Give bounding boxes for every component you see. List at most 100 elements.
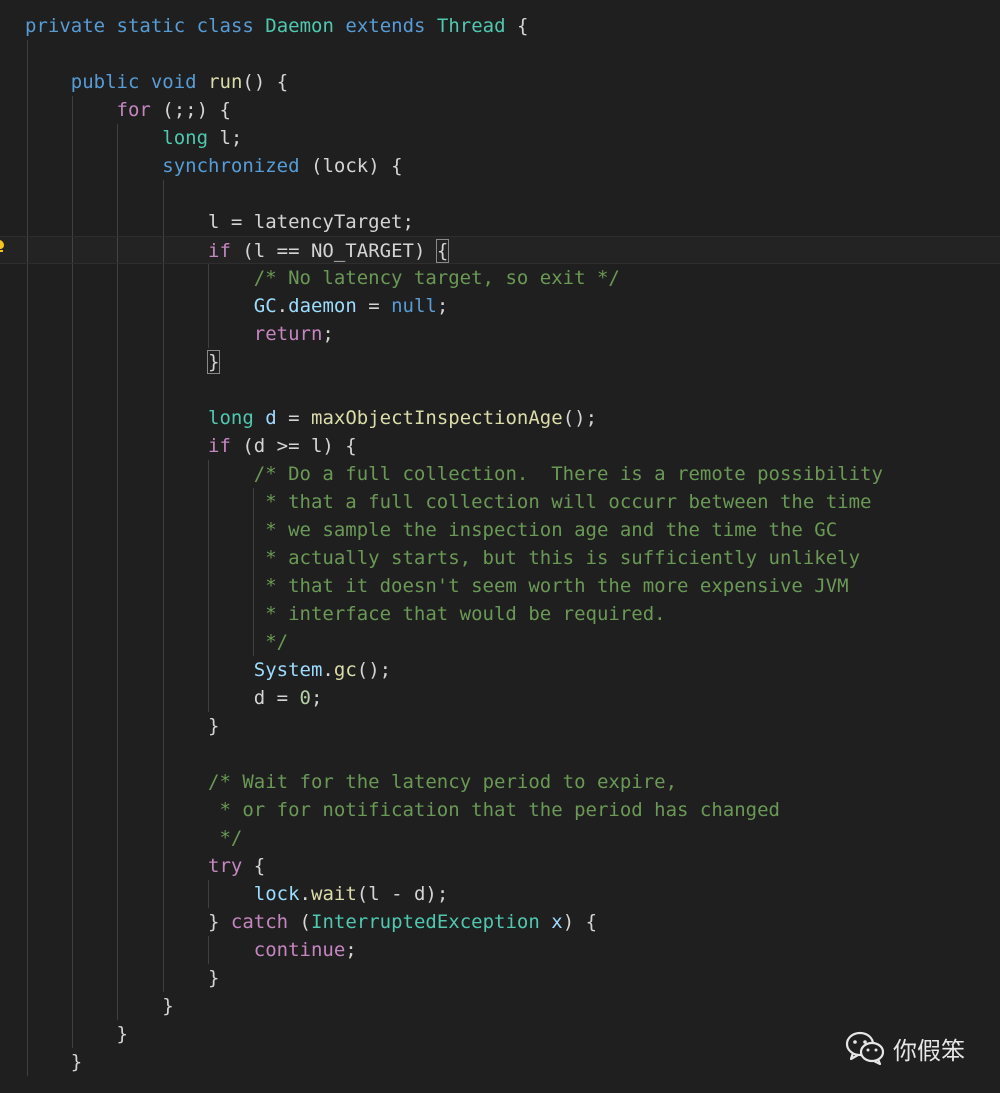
code-line[interactable]: if (l == NO_TARGET) { xyxy=(0,236,1000,264)
lightbulb-icon[interactable] xyxy=(0,239,8,253)
code-line[interactable]: GC.daemon = null; xyxy=(0,292,1000,320)
code-line[interactable]: } catch (InterruptedException x) { xyxy=(0,908,1000,936)
code-token: * we sample the inspection age and the t… xyxy=(265,519,838,541)
code-text: lock.wait(l - d); xyxy=(25,880,449,908)
code-line[interactable]: * actually starts, but this is sufficien… xyxy=(0,544,1000,572)
code-line[interactable]: * or for notification that the period ha… xyxy=(0,796,1000,824)
code-line[interactable] xyxy=(0,376,1000,404)
code-text: public void run() { xyxy=(25,68,288,96)
code-token: null xyxy=(391,295,437,317)
code-text: System.gc(); xyxy=(25,656,391,684)
code-line[interactable]: try { xyxy=(0,852,1000,880)
code-line[interactable]: */ xyxy=(0,628,1000,656)
code-token: maxObjectInspectionAge xyxy=(311,407,563,429)
code-token: d = xyxy=(25,687,300,709)
code-line[interactable]: l = latencyTarget; xyxy=(0,208,1000,236)
code-text: } xyxy=(25,1048,82,1076)
watermark: 你假笨 xyxy=(845,1028,965,1068)
code-line[interactable]: */ xyxy=(0,824,1000,852)
code-line[interactable]: /* Wait for the latency period to expire… xyxy=(0,768,1000,796)
code-line[interactable] xyxy=(0,180,1000,208)
code-line[interactable]: long l; xyxy=(0,124,1000,152)
code-token: () { xyxy=(242,71,289,93)
code-line[interactable]: long d = maxObjectInspectionAge(); xyxy=(0,404,1000,432)
code-line[interactable]: continue; xyxy=(0,936,1000,964)
code-line[interactable]: * we sample the inspection age and the t… xyxy=(0,516,1000,544)
code-line[interactable]: lock.wait(l - d); xyxy=(0,880,1000,908)
code-token: void xyxy=(150,71,197,93)
code-line[interactable]: * that a full collection will occurr bet… xyxy=(0,488,1000,516)
code-token: continue xyxy=(253,939,346,961)
code-editor[interactable]: private static class Daemon extends Thre… xyxy=(0,0,1000,1093)
code-token: Thread xyxy=(436,15,506,37)
code-line[interactable] xyxy=(0,740,1000,768)
code-text: d = 0; xyxy=(25,684,323,712)
code-line[interactable]: } xyxy=(0,964,1000,992)
code-token: GC xyxy=(253,295,277,317)
code-token: l = latencyTarget; xyxy=(25,211,414,233)
code-line[interactable]: for (;;) { xyxy=(0,96,1000,124)
code-token: if xyxy=(208,240,231,262)
matched-bracket: { xyxy=(435,239,450,263)
code-token: } xyxy=(25,1051,83,1073)
code-token: (lock) { xyxy=(299,155,403,177)
code-text: continue; xyxy=(25,936,357,964)
code-line[interactable]: * that it doesn't seem worth the more ex… xyxy=(0,572,1000,600)
code-text: } catch (InterruptedException x) { xyxy=(25,908,597,936)
code-line[interactable]: if (d >= l) { xyxy=(0,432,1000,460)
code-token: . xyxy=(299,883,311,905)
code-token: */ xyxy=(219,827,243,849)
code-line[interactable]: synchronized (lock) { xyxy=(0,152,1000,180)
code-token: (l - d); xyxy=(356,883,449,905)
code-token: (d >= l) { xyxy=(230,435,357,457)
code-line[interactable]: * interface that would be required. xyxy=(0,600,1000,628)
code-token: public xyxy=(70,71,140,93)
code-text: * or for notification that the period ha… xyxy=(25,796,780,824)
code-token: ( xyxy=(288,911,311,933)
code-line[interactable]: return; xyxy=(0,320,1000,348)
code-token: } xyxy=(25,967,220,989)
code-token: /* No latency target, so exit */ xyxy=(253,267,620,289)
code-token: * that a full collection will occurr bet… xyxy=(265,491,872,513)
code-token: ) { xyxy=(562,911,598,933)
code-token: = xyxy=(276,407,312,429)
code-token: long xyxy=(208,407,254,429)
code-line[interactable]: } xyxy=(0,992,1000,1020)
code-line[interactable]: public void run() { xyxy=(0,68,1000,96)
code-text: } xyxy=(25,964,219,992)
code-token: (); xyxy=(562,407,598,429)
code-line[interactable]: } xyxy=(0,712,1000,740)
code-token: catch xyxy=(230,911,289,933)
code-token: } xyxy=(25,911,231,933)
code-line[interactable]: /* No latency target, so exit */ xyxy=(0,264,1000,292)
code-line[interactable]: private static class Daemon extends Thre… xyxy=(0,12,1000,40)
code-line[interactable]: d = 0; xyxy=(0,684,1000,712)
code-line[interactable]: } xyxy=(0,348,1000,376)
code-line[interactable] xyxy=(0,40,1000,68)
code-token: daemon xyxy=(288,295,357,317)
code-token: Daemon xyxy=(265,15,334,37)
code-text: for (;;) { xyxy=(25,96,231,124)
code-token: return xyxy=(253,323,323,345)
code-text: GC.daemon = null; xyxy=(25,292,449,320)
code-token: . xyxy=(322,659,334,681)
code-line[interactable]: System.gc(); xyxy=(0,656,1000,684)
code-text: * we sample the inspection age and the t… xyxy=(25,516,837,544)
code-token: ; xyxy=(322,323,334,345)
code-token: long xyxy=(162,127,209,149)
code-line[interactable]: /* Do a full collection. There is a remo… xyxy=(0,460,1000,488)
